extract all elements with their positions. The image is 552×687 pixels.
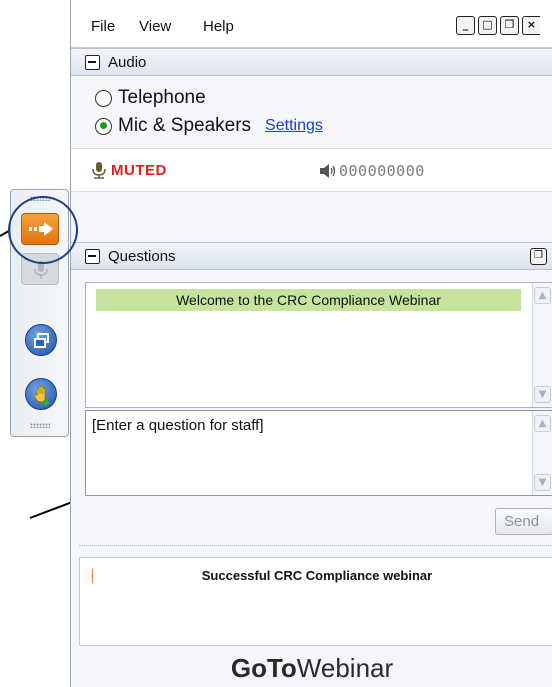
brand-regular: Webinar [296, 653, 394, 683]
close-button[interactable]: × [522, 16, 540, 35]
muted-status: MUTED [111, 162, 167, 179]
restore-icon: ❐ [504, 18, 515, 31]
menu-bar: File View Help _ □ ❐ × [71, 0, 552, 48]
telephone-radio[interactable] [95, 89, 112, 107]
menu-view[interactable]: View [139, 18, 171, 35]
section-divider [79, 545, 552, 546]
mic-speakers-label: Mic & Speakers [118, 115, 252, 136]
close-icon: × [526, 18, 537, 31]
questions-section-header[interactable]: Questions ❐ [71, 242, 552, 270]
scroll-down-icon[interactable]: ▼ [534, 474, 551, 491]
collapse-questions-icon[interactable] [85, 249, 100, 264]
question-input-scrollbar[interactable]: ▲ ▼ [532, 411, 552, 495]
telephone-label: Telephone [118, 87, 206, 108]
minimize-button[interactable]: _ [456, 16, 475, 35]
raise-hand-icon [33, 385, 50, 406]
mic-speakers-option[interactable]: Mic & Speakers Settings [95, 114, 323, 138]
gotowebinar-logo: GoToWebinar [71, 653, 552, 684]
brand-bold: GoTo [230, 653, 297, 683]
scroll-down-icon[interactable]: ▼ [534, 386, 551, 403]
settings-link[interactable]: Settings [265, 117, 323, 135]
audio-section-header[interactable]: Audio [71, 48, 552, 76]
maximize-icon: □ [482, 18, 493, 31]
webinar-title: Successful CRC Compliance webinar [201, 568, 433, 583]
send-button[interactable]: Send [495, 508, 552, 535]
questions-section-title: Questions [108, 248, 176, 265]
speaker-icon [320, 164, 336, 178]
menu-help[interactable]: Help [203, 18, 234, 35]
raise-hand-button[interactable] [25, 378, 57, 410]
popout-questions-button[interactable]: ❐ [530, 248, 547, 265]
minimize-icon: _ [462, 18, 469, 31]
maximize-button[interactable]: □ [478, 16, 497, 35]
welcome-message: Welcome to the CRC Compliance Webinar [96, 289, 521, 311]
audio-section-title: Audio [108, 54, 147, 71]
scroll-up-icon[interactable]: ▲ [534, 415, 551, 432]
telephone-option[interactable]: Telephone [95, 86, 206, 110]
audio-status-bar: MUTED 000000000 [71, 148, 552, 192]
question-entry: ▲ ▼ [85, 410, 552, 496]
brand-footer: GoToWebinar [71, 646, 552, 687]
webinar-control-panel: File View Help _ □ ❐ × Audio Telephone M… [70, 0, 552, 687]
microphone-icon [92, 162, 106, 179]
highlight-circle [8, 196, 78, 264]
audio-level-meter: 000000000 [339, 162, 425, 180]
restore-button[interactable]: ❐ [500, 16, 519, 35]
scroll-up-icon[interactable]: ▲ [534, 287, 551, 304]
questions-log: Welcome to the CRC Compliance Webinar ▲ … [85, 282, 552, 408]
mic-speakers-radio[interactable] [95, 117, 112, 135]
popout-icon: ❐ [534, 250, 543, 261]
restore-window-button[interactable] [25, 324, 57, 356]
toolbar-grip-bottom[interactable] [30, 423, 50, 428]
questions-log-scrollbar[interactable]: ▲ ▼ [532, 283, 552, 407]
collapse-audio-icon[interactable] [85, 55, 100, 70]
menu-file[interactable]: File [91, 18, 115, 35]
restore-window-icon [34, 333, 49, 348]
question-input[interactable] [86, 411, 532, 495]
webinar-info-box: Successful CRC Compliance webinar [79, 557, 552, 646]
